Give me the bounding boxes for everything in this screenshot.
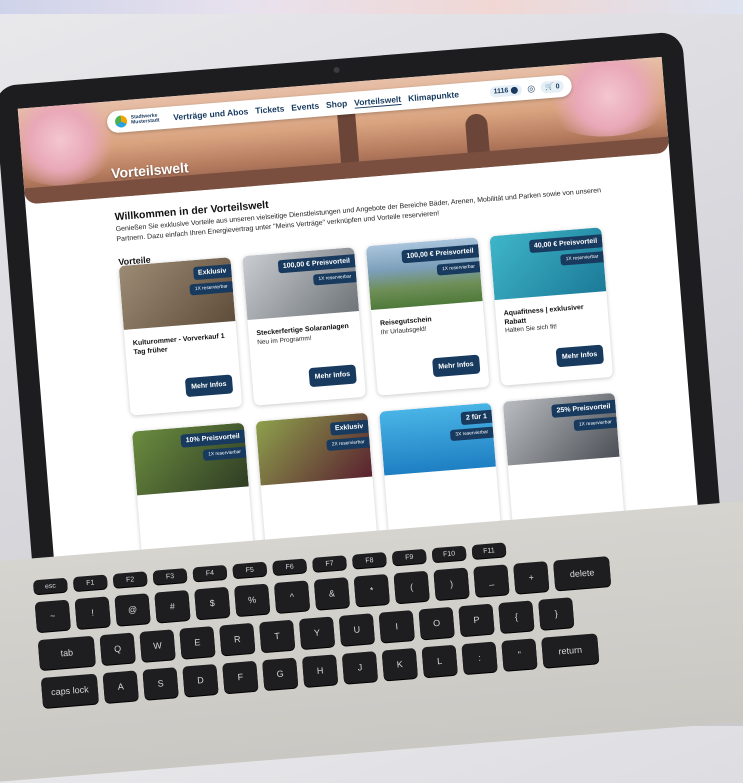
cart-button[interactable]: 🛒 0 <box>540 79 565 94</box>
key[interactable]: H <box>301 654 339 687</box>
offer-card[interactable]: 100,00 € Preisvorteil 1X reservierbar St… <box>242 247 366 406</box>
key[interactable]: F1 <box>72 574 108 592</box>
key[interactable]: { <box>498 600 535 634</box>
key[interactable]: & <box>313 577 351 610</box>
camera-icon <box>333 66 340 74</box>
offer-badge: 2 für 1 <box>460 409 493 426</box>
user-icon[interactable]: ◎ <box>527 83 536 95</box>
key[interactable]: Y <box>298 616 336 650</box>
key[interactable]: F11 <box>471 542 507 560</box>
blossom-decoration <box>17 90 124 191</box>
key[interactable]: " <box>501 638 538 671</box>
key[interactable]: G <box>262 657 299 691</box>
key[interactable]: D <box>182 663 219 697</box>
key[interactable]: O <box>418 606 455 640</box>
key[interactable]: K <box>381 647 418 681</box>
key[interactable]: F <box>222 660 259 694</box>
key[interactable]: L <box>421 644 458 678</box>
nav-events[interactable]: Events <box>291 101 320 113</box>
key[interactable]: ( <box>393 570 430 604</box>
key[interactable]: ! <box>74 596 111 630</box>
offer-card[interactable]: 40,00 € Preisvorteil 1X reservierbar Aqu… <box>489 227 614 386</box>
key[interactable]: $ <box>194 586 231 620</box>
key[interactable]: F2 <box>112 571 148 588</box>
key[interactable]: % <box>234 583 271 617</box>
caps-lock-key[interactable]: caps lock <box>40 673 99 708</box>
points-value: 1116 <box>493 86 509 95</box>
key[interactable]: A <box>102 670 139 704</box>
tab-key[interactable]: tab <box>37 635 96 671</box>
key[interactable]: * <box>353 573 390 607</box>
key[interactable]: : <box>461 641 498 675</box>
nav-shop[interactable]: Shop <box>326 98 348 110</box>
key[interactable]: J <box>341 651 379 684</box>
key[interactable]: # <box>154 589 191 623</box>
more-info-button[interactable]: Mehr Infos <box>431 354 481 378</box>
cart-icon: 🛒 <box>544 83 555 92</box>
key[interactable]: R <box>219 622 256 656</box>
key[interactable]: E <box>179 626 216 659</box>
offer-card[interactable]: 100,00 € Preisvorteil 1X reservierbar Re… <box>365 237 490 396</box>
key[interactable]: F9 <box>391 548 427 566</box>
more-info-button[interactable]: Mehr Infos <box>184 374 234 398</box>
key[interactable]: } <box>538 597 575 630</box>
nav-vertraege[interactable]: Verträge und Abos <box>173 106 249 122</box>
key[interactable]: ^ <box>273 580 311 613</box>
coin-icon <box>510 86 518 94</box>
logo-icon <box>114 115 128 128</box>
nav-klimapunkte[interactable]: Klimapunkte <box>408 89 460 103</box>
key[interactable]: W <box>139 629 176 662</box>
more-info-button[interactable]: Mehr Infos <box>555 344 605 368</box>
key[interactable]: F3 <box>152 568 188 585</box>
key[interactable]: F8 <box>351 552 387 569</box>
key[interactable]: F5 <box>232 561 268 579</box>
key[interactable]: esc <box>32 577 68 595</box>
offer-title: Kulturommer - Vorverkauf 1 Tag früher <box>132 332 225 357</box>
key[interactable]: F4 <box>192 564 228 582</box>
key[interactable]: _ <box>473 564 510 597</box>
return-key[interactable]: return <box>541 633 600 668</box>
logo-line2: Musterstadt <box>130 117 160 126</box>
delete-key[interactable]: delete <box>552 556 612 591</box>
key[interactable]: Q <box>99 632 136 666</box>
background-strip <box>0 0 743 14</box>
key[interactable]: S <box>142 667 179 700</box>
key[interactable]: F7 <box>312 555 348 572</box>
key[interactable]: F6 <box>272 558 308 576</box>
key[interactable]: ) <box>433 567 470 601</box>
key[interactable]: @ <box>114 593 151 626</box>
key[interactable]: I <box>378 610 415 643</box>
key[interactable]: F10 <box>431 545 467 563</box>
more-info-button[interactable]: Mehr Infos <box>308 364 357 388</box>
cart-count: 0 <box>555 82 560 90</box>
offer-card[interactable]: Exklusiv 1X reservierbar Kulturommer - V… <box>118 257 243 416</box>
blossom-decoration <box>535 56 670 142</box>
key[interactable]: T <box>259 619 296 653</box>
nav-tickets[interactable]: Tickets <box>255 103 285 115</box>
key[interactable]: + <box>513 561 550 594</box>
key[interactable]: ~ <box>34 599 71 633</box>
logo[interactable]: Stadtwerke Musterstadt <box>114 112 160 128</box>
nav-vorteilswelt[interactable]: Vorteilswelt <box>353 93 402 109</box>
key[interactable]: P <box>458 603 495 637</box>
points-badge[interactable]: 1116 <box>489 83 522 98</box>
key[interactable]: U <box>338 613 376 646</box>
